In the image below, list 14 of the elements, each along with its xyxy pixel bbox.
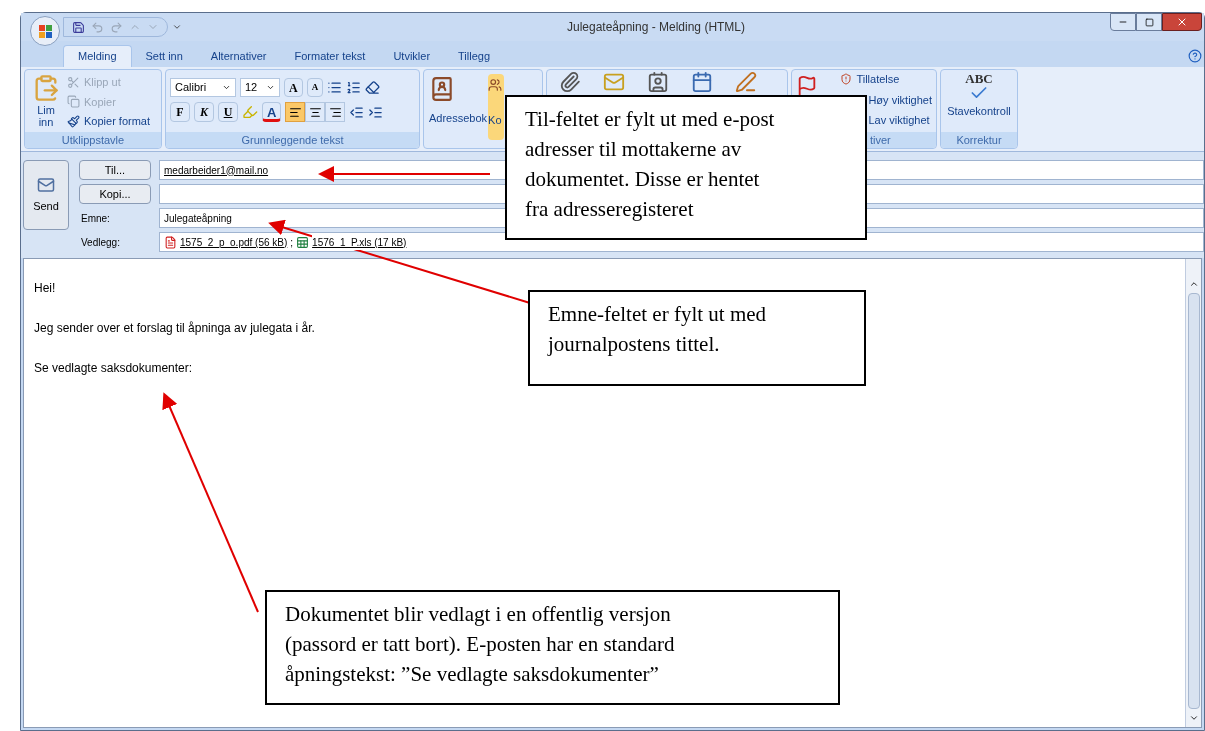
group-label: Korrektur [941,132,1017,148]
message-paragraph: Hei! [34,280,57,297]
annotation-tooltip: Til-feltet er fylt ut med e-post adresser til mottakerne av dokumentet. Disse er hentet fra adresseregisteret [505,95,867,240]
annotation-tooltip: Dokumentet blir vedlagt i en offentlig versjon (passord er tatt bort). E-posten har en standard åpningstekst: ”Se vedlagte saksdokumenter” [265,590,840,705]
group-label: Grunnleggende tekst [166,132,419,148]
annotation-tooltip: Emne-feltet er fylt ut med journalpostens tittel. [528,290,866,386]
attachments-label: Vedlegg: [80,235,121,250]
group-label: Utklippstavle [25,132,161,148]
message-paragraph: Jeg sender over et forslag til åpninga av julegata i år. [34,320,316,337]
subject-label: Emne: [80,211,111,226]
separator: ; [290,235,294,250]
message-paragraph: Se vedlagte saksdokumenter: [34,360,194,377]
group-label: tiver [864,132,936,148]
window-title: Julegateåpning - Melding (HTML) [566,19,746,36]
